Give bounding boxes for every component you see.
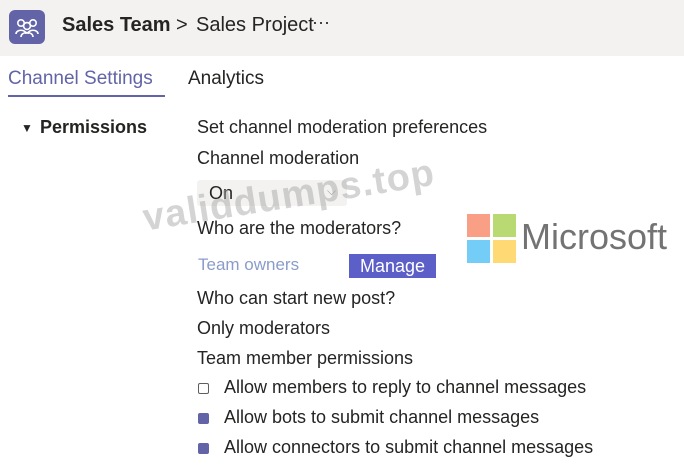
moderators-value: Team owners [198, 255, 300, 274]
active-tab-indicator [8, 95, 165, 97]
channel-header: Sales Team > Sales Project ··· [0, 0, 684, 56]
microsoft-logo-icon [467, 214, 517, 264]
member-permissions-label: Team member permissions [197, 348, 414, 368]
breadcrumb-channel[interactable]: Sales Project [196, 14, 314, 37]
manage-button[interactable]: Manage [349, 254, 436, 278]
more-options-icon[interactable]: ··· [312, 12, 330, 33]
bots-submit-label[interactable]: Allow bots to submit channel messages [224, 407, 539, 428]
breadcrumb-team[interactable]: Sales Team [62, 14, 171, 37]
moderation-heading: Set channel moderation preferences [197, 117, 488, 137]
members-reply-checkbox[interactable] [198, 383, 209, 394]
team-avatar[interactable] [9, 10, 45, 44]
collapse-caret-icon[interactable]: ▼ [21, 121, 33, 135]
logo-tile-yellow [493, 240, 516, 263]
members-reply-label[interactable]: Allow members to reply to channel messag… [224, 377, 586, 398]
breadcrumb-separator: > [176, 14, 188, 36]
bots-submit-checkbox[interactable] [198, 413, 209, 424]
logo-tile-blue [467, 240, 490, 263]
post-question: Who can start new post? [197, 288, 396, 308]
post-value: Only moderators [197, 318, 331, 338]
connectors-submit-checkbox[interactable] [198, 443, 209, 454]
channel-moderation-label: Channel moderation [197, 148, 360, 168]
tab-channel-settings[interactable]: Channel Settings [8, 68, 153, 90]
logo-tile-green [493, 214, 516, 237]
connectors-submit-label[interactable]: Allow connectors to submit channel messa… [224, 437, 593, 458]
people-icon [15, 18, 39, 38]
tab-analytics[interactable]: Analytics [188, 68, 264, 90]
permissions-section-label[interactable]: Permissions [40, 117, 147, 138]
microsoft-wordmark: Microsoft [521, 216, 668, 257]
logo-tile-red [467, 214, 490, 237]
